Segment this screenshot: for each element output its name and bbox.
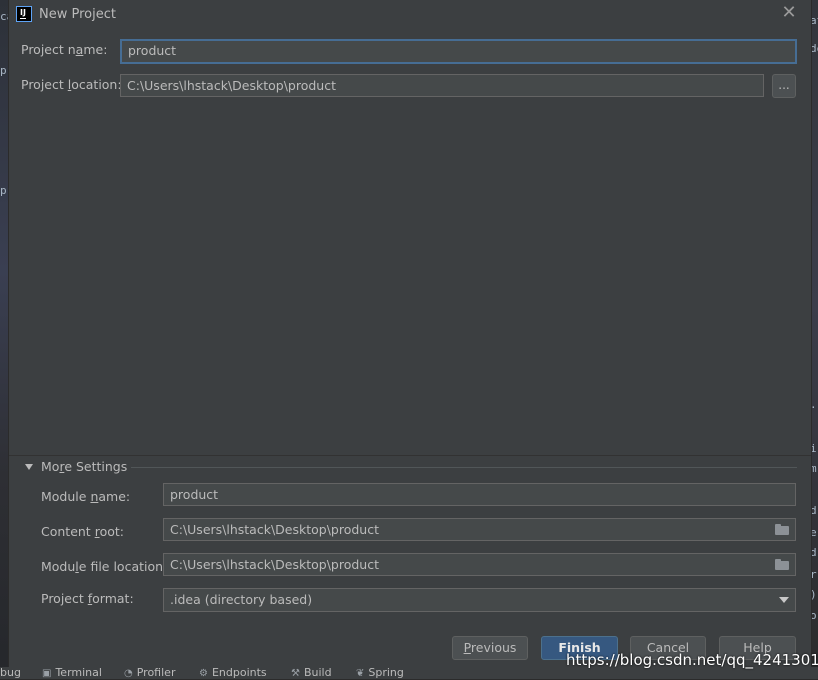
- content-root-label: Content root:: [41, 524, 124, 539]
- content-root-value: C:\Users\lhstack\Desktop\product: [170, 522, 379, 537]
- module-file-location-value: C:\Users\lhstack\Desktop\product: [170, 557, 379, 572]
- folder-icon[interactable]: [775, 559, 789, 570]
- tool-tab-label: Build: [303, 666, 332, 679]
- tool-tab-label: Spring: [368, 666, 404, 679]
- module-name-label: Module name:: [41, 489, 131, 504]
- project-name-label: Project name:: [21, 42, 108, 57]
- project-format-label: Project format:: [41, 591, 134, 606]
- intellij-app-icon: IJ: [16, 6, 32, 22]
- build-icon: ⚒: [291, 668, 300, 679]
- watermark: https://blog.csdn.net/qq_42413011: [566, 651, 818, 669]
- project-location-input[interactable]: C:\Users\lhstack\Desktop\product: [120, 74, 764, 97]
- project-format-select[interactable]: .idea (directory based): [163, 588, 796, 612]
- module-file-location-label: Module file location:: [41, 559, 168, 574]
- dialog-title-bar: IJ New Project ✕: [9, 0, 811, 30]
- expand-triangle-icon: [25, 464, 33, 470]
- tool-tab-profiler[interactable]: ◔ Profiler: [124, 667, 175, 680]
- profiler-icon: ◔: [124, 668, 133, 679]
- browse-location-button[interactable]: ...: [772, 74, 796, 98]
- background-glyph: p: [0, 184, 7, 197]
- module-name-input[interactable]: product: [163, 483, 796, 506]
- terminal-icon: ▣: [42, 668, 52, 679]
- spring-icon: ❦: [356, 668, 365, 679]
- background-glyph: p: [0, 64, 7, 77]
- divider: [131, 467, 797, 468]
- tool-tab-spring[interactable]: ❦ Spring: [356, 667, 404, 680]
- project-format-value: .idea (directory based): [170, 592, 313, 607]
- background-ide-left: [0, 0, 8, 679]
- content-root-input[interactable]: C:\Users\lhstack\Desktop\product: [163, 518, 796, 541]
- tool-tab-label: Profiler: [136, 666, 176, 679]
- new-project-dialog: IJ New Project ✕ Project name: product P…: [8, 0, 812, 667]
- tool-tab-terminal[interactable]: ▣ Terminal: [42, 667, 102, 680]
- project-name-input[interactable]: product: [120, 39, 797, 64]
- folder-icon[interactable]: [775, 524, 789, 535]
- close-icon[interactable]: ✕: [779, 3, 799, 23]
- tool-tab-debug[interactable]: bug: [0, 667, 21, 679]
- module-file-location-input[interactable]: C:\Users\lhstack\Desktop\product: [163, 553, 796, 576]
- app-icon-text: IJ: [20, 8, 26, 17]
- previous-button[interactable]: Previous: [452, 636, 528, 660]
- chevron-down-icon: [779, 597, 789, 603]
- tool-tab-label: Terminal: [55, 666, 102, 679]
- tool-tab-build[interactable]: ⚒ Build: [291, 667, 332, 680]
- project-location-label: Project location:: [21, 77, 122, 92]
- more-settings-title: More Settings: [41, 459, 128, 474]
- tool-tab-label: Endpoints: [211, 666, 267, 679]
- endpoints-icon: ⚙: [199, 668, 208, 679]
- divider: [9, 455, 811, 456]
- tool-tab-endpoints[interactable]: ⚙ Endpoints: [199, 667, 267, 680]
- dialog-title: New Project: [39, 7, 116, 22]
